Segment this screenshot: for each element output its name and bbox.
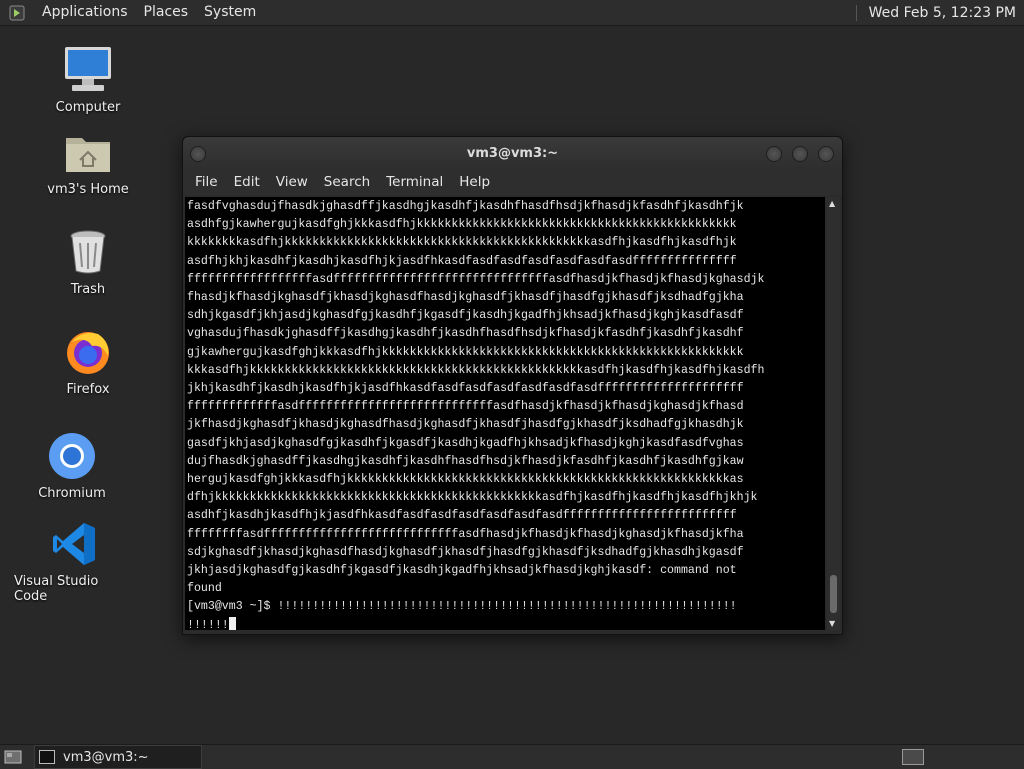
desktop-icon-chromium[interactable]: Chromium (12, 430, 132, 501)
maximize-button[interactable] (792, 146, 808, 162)
terminal-icon (39, 750, 55, 764)
firefox-icon (62, 326, 114, 378)
terminal-menubar: File Edit View Search Terminal Help (183, 169, 842, 195)
menu-system[interactable]: System (196, 0, 264, 25)
desktop-icon-trash[interactable]: Trash (28, 226, 148, 297)
taskbar-button-terminal[interactable]: vm3@vm3:~ (34, 745, 202, 769)
scroll-up-arrow-icon[interactable]: ▲ (829, 199, 835, 208)
desktop-icon-vscode[interactable]: Visual Studio Code (14, 518, 134, 604)
menu-file[interactable]: File (187, 174, 226, 190)
terminal-scrollbar[interactable]: ▲ ▼ (827, 197, 840, 630)
menu-edit[interactable]: Edit (226, 174, 268, 190)
desktop-icon-label: Firefox (66, 382, 110, 397)
applications-icon[interactable] (8, 4, 26, 22)
scrollbar-thumb[interactable] (830, 575, 837, 613)
terminal-window[interactable]: vm3@vm3:~ File Edit View Search Terminal… (182, 136, 843, 635)
terminal-output[interactable]: fasdfvghasdujfhasdkjghasdffjkasdhgjkasdh… (185, 197, 825, 630)
menu-help[interactable]: Help (451, 174, 498, 190)
window-menu-button[interactable] (190, 146, 206, 162)
vscode-icon (48, 518, 100, 570)
scroll-down-arrow-icon[interactable]: ▼ (829, 619, 835, 628)
desktop-icon-home[interactable]: vm3's Home (28, 126, 148, 197)
minimize-button[interactable] (766, 146, 782, 162)
top-panel: Applications Places System Wed Feb 5, 12… (0, 0, 1024, 26)
desktop-icon-label: Trash (70, 282, 106, 297)
show-desktop-icon[interactable] (4, 749, 22, 765)
computer-icon (62, 44, 114, 96)
taskbar-label: vm3@vm3:~ (63, 749, 149, 765)
clock[interactable]: Wed Feb 5, 12:23 PM (869, 5, 1024, 21)
desktop-icon-label: Visual Studio Code (14, 574, 99, 604)
menu-applications[interactable]: Applications (34, 0, 136, 25)
close-button[interactable] (818, 146, 834, 162)
workspace-switcher[interactable] (902, 749, 924, 765)
desktop-icon-firefox[interactable]: Firefox (28, 326, 148, 397)
bottom-panel: vm3@vm3:~ (0, 744, 1024, 769)
menu-terminal[interactable]: Terminal (378, 174, 451, 190)
desktop-icon-computer[interactable]: Computer (28, 44, 148, 115)
desktop-icon-label: Computer (55, 100, 121, 115)
terminal-text: fasdfvghasdujfhasdkjghasdffjkasdhgjkasdh… (187, 200, 765, 630)
desktop-icon-label: vm3's Home (47, 182, 129, 197)
panel-separator (855, 4, 859, 21)
menu-search[interactable]: Search (316, 174, 378, 190)
trash-icon (62, 226, 114, 278)
terminal-cursor (228, 616, 236, 630)
chromium-icon (46, 430, 98, 482)
window-titlebar[interactable]: vm3@vm3:~ (183, 137, 842, 169)
desktop-icon-label: Chromium (38, 486, 106, 501)
window-title: vm3@vm3:~ (466, 145, 559, 161)
home-folder-icon (62, 126, 114, 178)
menu-places[interactable]: Places (136, 0, 197, 25)
menu-view[interactable]: View (268, 174, 316, 190)
